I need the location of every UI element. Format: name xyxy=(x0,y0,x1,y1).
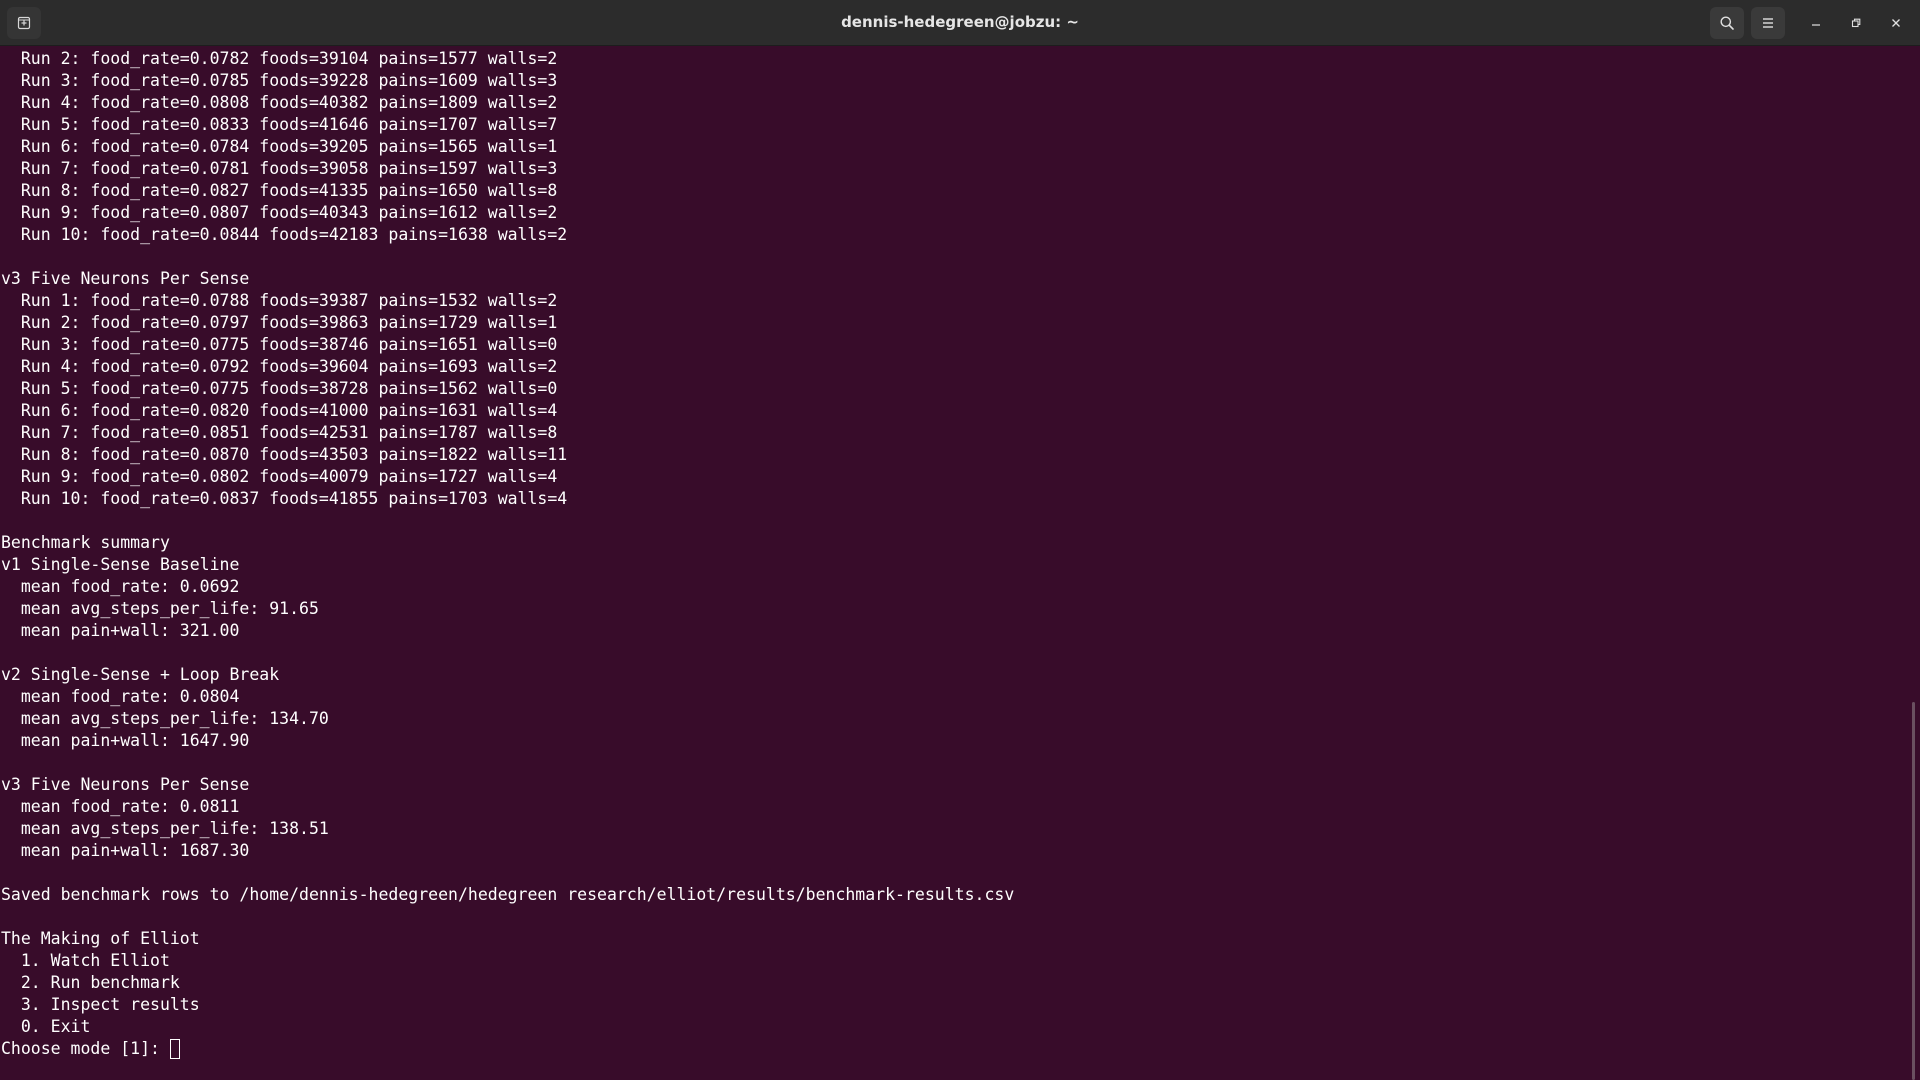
terminal-line: Run 10: food_rate=0.0844 foods=42183 pai… xyxy=(1,225,568,244)
terminal-line: v3 Five Neurons Per Sense xyxy=(1,775,250,794)
terminal-line: Run 8: food_rate=0.0870 foods=43503 pain… xyxy=(1,445,568,464)
close-button[interactable] xyxy=(1884,11,1908,35)
scrollbar-thumb[interactable] xyxy=(1912,702,1915,1080)
terminal-line: Run 5: food_rate=0.0833 foods=41646 pain… xyxy=(1,115,558,134)
menu-button[interactable] xyxy=(1751,7,1785,39)
terminal-line: Run 2: food_rate=0.0782 foods=39104 pain… xyxy=(1,49,558,68)
terminal-line: mean avg_steps_per_life: 138.51 xyxy=(1,819,329,838)
terminal-line: Run 10: food_rate=0.0837 foods=41855 pai… xyxy=(1,489,568,508)
terminal-line: Run 2: food_rate=0.0797 foods=39863 pain… xyxy=(1,313,558,332)
prompt-text: Choose mode [1]: xyxy=(1,1039,170,1058)
terminal-line: 0. Exit xyxy=(1,1017,91,1036)
minimize-button[interactable] xyxy=(1804,11,1828,35)
terminal-line: The Making of Elliot xyxy=(1,929,200,948)
new-tab-icon xyxy=(16,15,32,31)
search-icon xyxy=(1719,15,1735,31)
terminal-line: Run 7: food_rate=0.0851 foods=42531 pain… xyxy=(1,423,558,442)
terminal-line: Run 8: food_rate=0.0827 foods=41335 pain… xyxy=(1,181,558,200)
minimize-icon xyxy=(1810,14,1822,33)
terminal-line: 1. Watch Elliot xyxy=(1,951,170,970)
terminal-line: mean avg_steps_per_life: 134.70 xyxy=(1,709,329,728)
terminal-line: Run 7: food_rate=0.0781 foods=39058 pain… xyxy=(1,159,558,178)
terminal-line: Run 4: food_rate=0.0808 foods=40382 pain… xyxy=(1,93,558,112)
terminal-line: v2 Single-Sense + Loop Break xyxy=(1,665,280,684)
new-tab-button[interactable] xyxy=(7,7,41,39)
terminal-line: Run 1: food_rate=0.0788 foods=39387 pain… xyxy=(1,291,558,310)
hamburger-menu-icon xyxy=(1760,15,1776,31)
terminal-line: Run 9: food_rate=0.0807 foods=40343 pain… xyxy=(1,203,558,222)
terminal-line: Run 5: food_rate=0.0775 foods=38728 pain… xyxy=(1,379,558,398)
close-icon xyxy=(1890,14,1902,33)
terminal-line: Run 6: food_rate=0.0784 foods=39205 pain… xyxy=(1,137,558,156)
prompt-line[interactable]: Choose mode [1]: xyxy=(1,1038,1014,1060)
terminal-line: 2. Run benchmark xyxy=(1,973,180,992)
terminal-line: mean pain+wall: 321.00 xyxy=(1,621,240,640)
terminal-line: mean avg_steps_per_life: 91.65 xyxy=(1,599,319,618)
terminal-line: Run 3: food_rate=0.0785 foods=39228 pain… xyxy=(1,71,558,90)
terminal-lines: Run 2: food_rate=0.0782 foods=39104 pain… xyxy=(1,48,1014,1060)
terminal-line: Saved benchmark rows to /home/dennis-hed… xyxy=(1,885,1015,904)
terminal-line: Run 4: food_rate=0.0792 foods=39604 pain… xyxy=(1,357,558,376)
terminal-line: mean food_rate: 0.0692 xyxy=(1,577,240,596)
terminal-line: mean pain+wall: 1647.90 xyxy=(1,731,250,750)
terminal-line: Benchmark summary xyxy=(1,533,170,552)
restore-icon xyxy=(1850,14,1862,33)
terminal-line: mean pain+wall: 1687.30 xyxy=(1,841,250,860)
terminal-line: Run 6: food_rate=0.0820 foods=41000 pain… xyxy=(1,401,558,420)
terminal-line: v3 Five Neurons Per Sense xyxy=(1,269,250,288)
terminal-line: mean food_rate: 0.0811 xyxy=(1,797,240,816)
terminal-output[interactable]: Run 2: food_rate=0.0782 foods=39104 pain… xyxy=(0,46,1908,1080)
terminal-line: Run 3: food_rate=0.0775 foods=38746 pain… xyxy=(1,335,558,354)
terminal-line: 3. Inspect results xyxy=(1,995,200,1014)
terminal-line: mean food_rate: 0.0804 xyxy=(1,687,240,706)
title-bar: dennis-hedegreen@jobzu: ~ xyxy=(0,0,1920,46)
terminal-line: v1 Single-Sense Baseline xyxy=(1,555,240,574)
search-button[interactable] xyxy=(1710,7,1744,39)
restore-button[interactable] xyxy=(1844,11,1868,35)
terminal-window: dennis-hedegreen@jobzu: ~ Run 2: food_ra… xyxy=(0,0,1920,1080)
terminal-line: Run 9: food_rate=0.0802 foods=40079 pain… xyxy=(1,467,558,486)
terminal-scrollbar[interactable] xyxy=(1910,46,1920,1080)
window-title: dennis-hedegreen@jobzu: ~ xyxy=(841,13,1079,31)
text-cursor xyxy=(169,1039,180,1059)
